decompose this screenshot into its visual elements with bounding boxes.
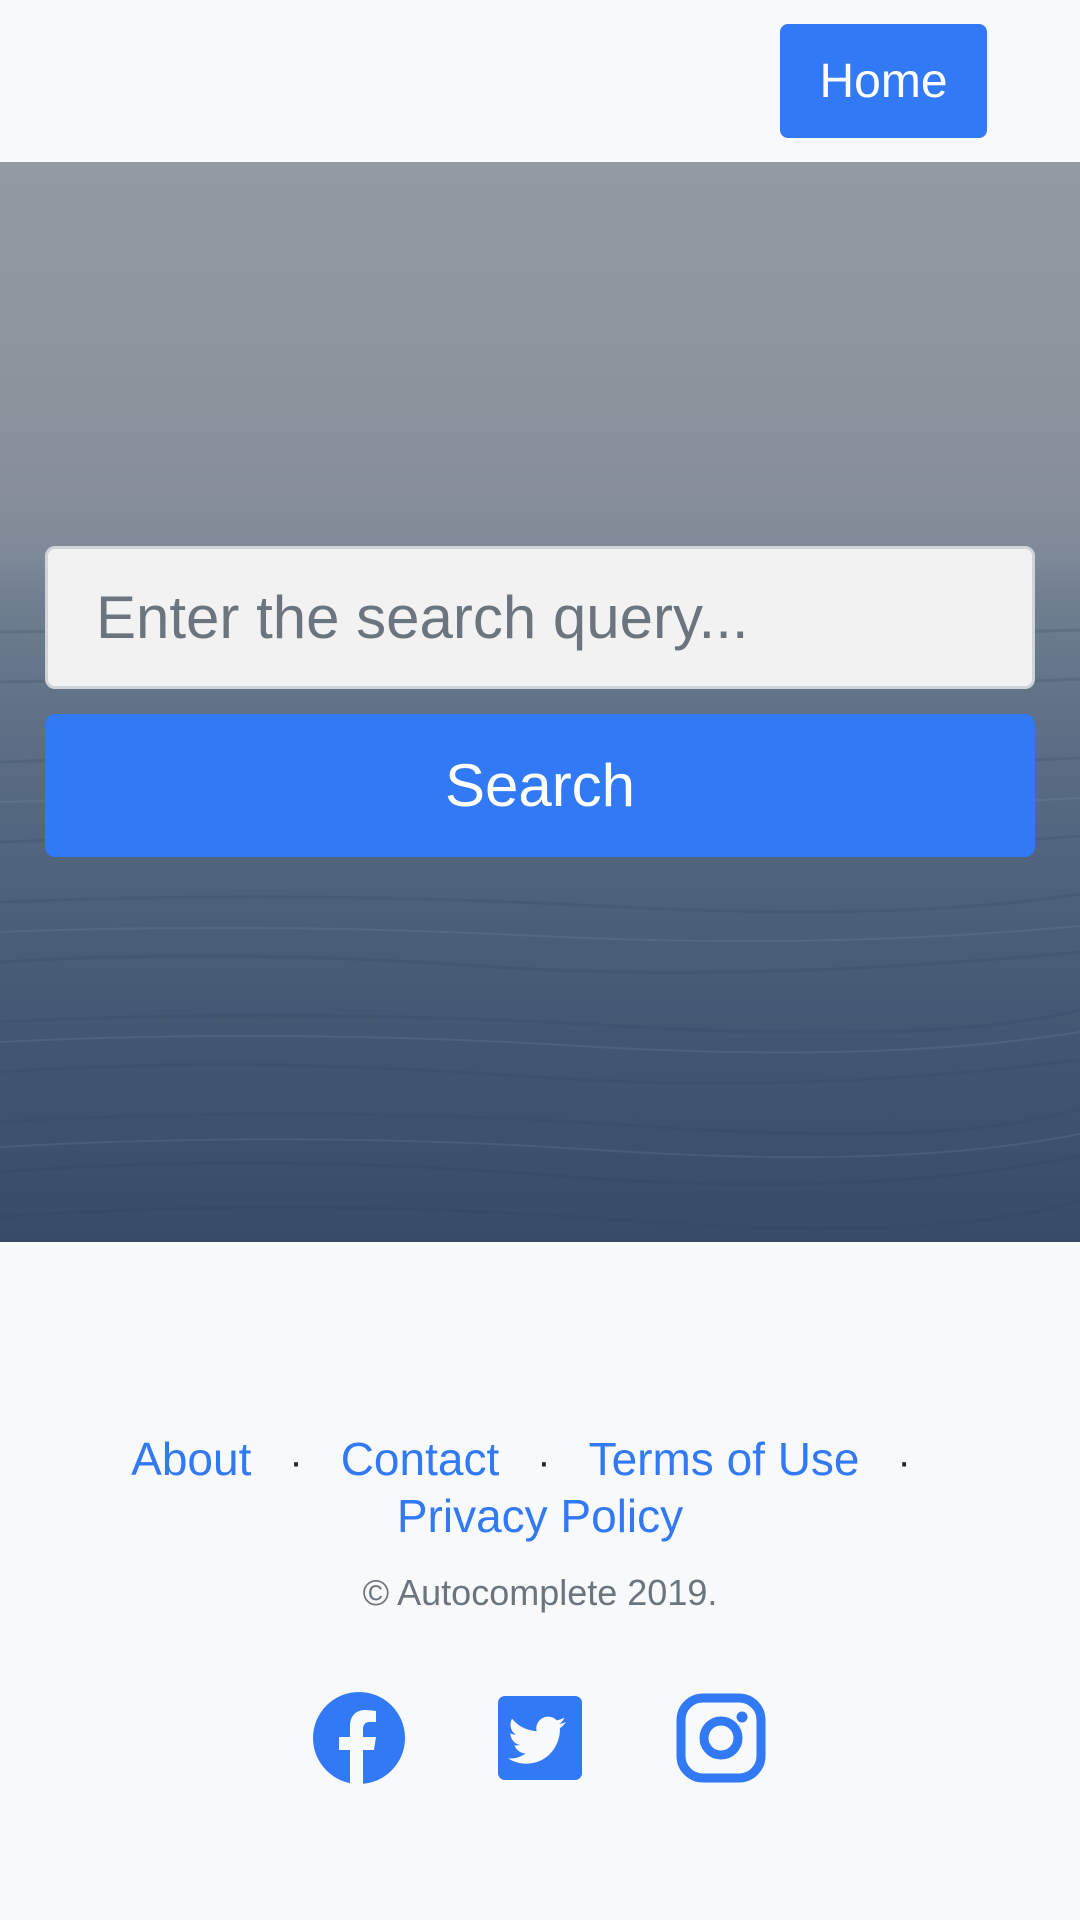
copyright-text: © Autocomplete 2019. — [362, 1572, 718, 1613]
twitter-icon[interactable] — [492, 1690, 588, 1786]
search-button[interactable]: Search — [45, 714, 1035, 857]
facebook-icon[interactable] — [311, 1690, 407, 1786]
footer-links: About · Contact · Terms of Use · Privacy Polic… — [0, 1432, 1080, 1543]
navbar: Home — [0, 0, 1080, 162]
privacy-policy-link[interactable]: Privacy Policy — [397, 1490, 683, 1542]
terms-of-use-link[interactable]: Terms of Use — [589, 1433, 860, 1485]
instagram-icon[interactable] — [673, 1690, 769, 1786]
hero-section: Search — [0, 162, 1080, 1242]
home-button[interactable]: Home — [780, 24, 987, 138]
footer: About · Contact · Terms of Use · Privacy Polic… — [0, 1242, 1080, 1920]
social-links — [0, 1690, 1080, 1790]
about-link[interactable]: About — [131, 1433, 251, 1485]
contact-link[interactable]: Contact — [341, 1433, 500, 1485]
link-separator: · — [289, 1440, 303, 1484]
search-input[interactable] — [45, 546, 1035, 689]
link-separator: · — [537, 1440, 551, 1484]
link-separator: · — [897, 1440, 911, 1484]
ocean-background — [0, 162, 1080, 1242]
